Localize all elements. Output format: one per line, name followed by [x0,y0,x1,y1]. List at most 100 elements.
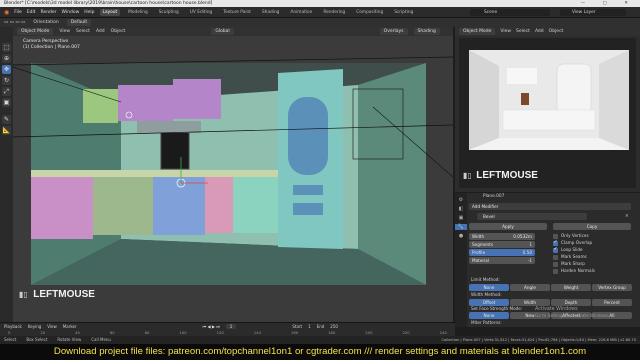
profile-label: Profile [472,250,486,255]
face-none-button[interactable]: None [469,312,509,319]
view-layer-selector[interactable]: View Layer [560,9,626,16]
tab-compositing[interactable]: Compositing [353,9,386,16]
timeline[interactable]: Playback Keying View Marker ⏮ ◀ ▶ ⏭ 1 St… [0,322,455,336]
segments-field[interactable]: Segments 1 [469,241,535,248]
miter-patterns-label: Miter Patterns: [471,320,502,325]
timeline-menu-keying[interactable]: Keying [28,324,41,329]
transform-icon[interactable]: ▣ [2,98,11,107]
mode-dropdown[interactable]: Object Mode [17,28,54,35]
width-offset-button[interactable]: Offset [469,299,509,306]
tab-texture-paint[interactable]: Texture Paint [220,9,254,16]
width-label: Width [472,234,485,239]
window-controls[interactable]: — ▢ ✕ [581,0,636,7]
menu-window[interactable]: Window [62,10,80,15]
limit-weight-button[interactable]: Weight [551,284,591,291]
move-icon[interactable]: ✥ [2,65,11,74]
preview-menu-add[interactable]: Add [535,29,544,34]
width-percent-button[interactable]: Percent [592,299,632,306]
render-preview-scene [459,38,636,188]
window-title: Blender* [C:\models\3d model library\201… [4,1,213,6]
limit-none-button[interactable]: None [469,284,509,291]
render-preview-image: ▮▯ LEFTMOUSE [459,38,636,188]
start-label: Start [292,323,303,329]
timeline-menu-view[interactable]: View [47,324,57,329]
tab-shading[interactable]: Shading [259,9,282,16]
limit-vertex-group-button[interactable]: Vertex Group [592,284,632,291]
scale-icon[interactable]: ⤢ [2,87,11,96]
width-width-button[interactable]: Width [510,299,550,306]
cursor-icon[interactable]: ⊕ [2,54,11,63]
menu-edit[interactable]: Edit [27,10,36,15]
tab-rendering[interactable]: Rendering [320,9,348,16]
profile-field[interactable]: Profile 0.50 [469,249,535,256]
window-titlebar: Blender* [C:\models\3d model library\201… [0,0,640,7]
play-controls-icons[interactable]: ⏮ ◀ ▶ ⏭ [203,324,220,329]
menu-help[interactable]: Help [84,10,94,15]
tab-sculpting[interactable]: Sculpting [156,9,182,16]
viewport-scene[interactable] [13,27,453,322]
segments-row: Segments 1 [455,241,640,249]
preview-menu-object[interactable]: Object [549,29,564,34]
viewport-key-indicator: ▮▯ LEFTMOUSE [19,289,95,300]
start-value[interactable]: 1 [308,324,311,329]
segments-value: 1 [529,242,532,247]
object-name[interactable]: Plane.007 [483,194,504,199]
menu-file[interactable]: File [14,10,22,15]
limit-angle-button[interactable]: Angle [510,284,550,291]
tick-140: 140 [253,330,261,335]
preview-leftmouse-label: LEFTMOUSE [476,170,538,181]
select-mode-icons[interactable]: ▭ ▭ ▭ ▭ [4,20,25,25]
tick-180: 180 [328,330,336,335]
shading-dropdown[interactable]: Shading [413,28,440,35]
measure-icon[interactable]: 📐 [2,126,11,135]
width-depth-button[interactable]: Depth [551,299,591,306]
modifier-name-field[interactable]: Bevel [477,213,587,220]
3d-viewport[interactable]: Camera Perspective (1) Collection | Plan… [13,27,453,322]
status-call-menu: Call Menu [91,337,111,342]
width-row: Width 0.0532m [455,233,640,241]
annotate-icon[interactable]: ✎ [2,115,11,124]
tab-modeling[interactable]: Modeling [125,9,151,16]
harden-normals-checkbox[interactable] [553,269,558,274]
orientation-label: Orientation [33,20,59,25]
loop-slide-checkbox[interactable] [553,246,558,253]
timeline-menu-marker[interactable]: Marker [63,324,77,329]
overlays-dropdown[interactable]: Overlays [379,28,408,35]
material-value: -1 [527,258,532,263]
menu-add[interactable]: Add [96,29,105,34]
apply-button[interactable]: Apply [469,223,547,230]
copy-button[interactable]: Copy [553,223,631,230]
end-value[interactable]: 250 [330,324,338,329]
tab-scripting[interactable]: Scripting [391,9,416,16]
preview-mode-dropdown[interactable]: Object Mode [459,28,496,35]
width-field[interactable]: Width 0.0532m [469,233,535,240]
menu-view[interactable]: View [59,29,70,34]
status-bar: Select Box Select Rotate View Call Menu … [0,336,640,344]
add-modifier-button[interactable]: Add Modifier [469,203,631,210]
select-box-icon[interactable]: ⬚ [2,43,11,52]
preview-menu-view[interactable]: View [500,29,511,34]
rotate-icon[interactable]: ↻ [2,76,11,85]
current-frame-field[interactable]: 1 [225,323,237,329]
timeline-menu-playback[interactable]: Playback [4,324,22,329]
material-field[interactable]: Material -1 [469,257,535,264]
tab-uv-editing[interactable]: UV Editing [187,9,215,16]
mark-seams-checkbox[interactable] [553,255,558,260]
close-icon[interactable]: ✕ [625,213,629,221]
menu-object[interactable]: Object [111,29,126,34]
tab-layout[interactable]: Layout [99,8,121,16]
orientation-dropdown[interactable]: Default [66,19,92,26]
material-row: Material -1 [455,257,640,265]
tab-animation[interactable]: Animation [287,9,315,16]
mark-sharp-checkbox[interactable] [553,262,558,267]
scene-selector[interactable]: Scene [470,9,550,16]
harden-normals-label: Harden Normals [561,268,595,273]
add-modifier-row: Add Modifier [455,203,640,211]
preview-menu-select[interactable]: Select [516,29,530,34]
transform-orientation-dropdown[interactable]: Global [211,28,234,35]
only-vertices-label: Only Vertices [561,233,589,238]
menu-select[interactable]: Select [76,29,90,34]
viewport-toolbar: ⬚ ⊕ ✥ ↻ ⤢ ▣ ✎ 📐 [0,27,13,327]
menu-render[interactable]: Render [41,10,57,15]
blender-logo-icon[interactable]: ◉ [4,9,9,16]
